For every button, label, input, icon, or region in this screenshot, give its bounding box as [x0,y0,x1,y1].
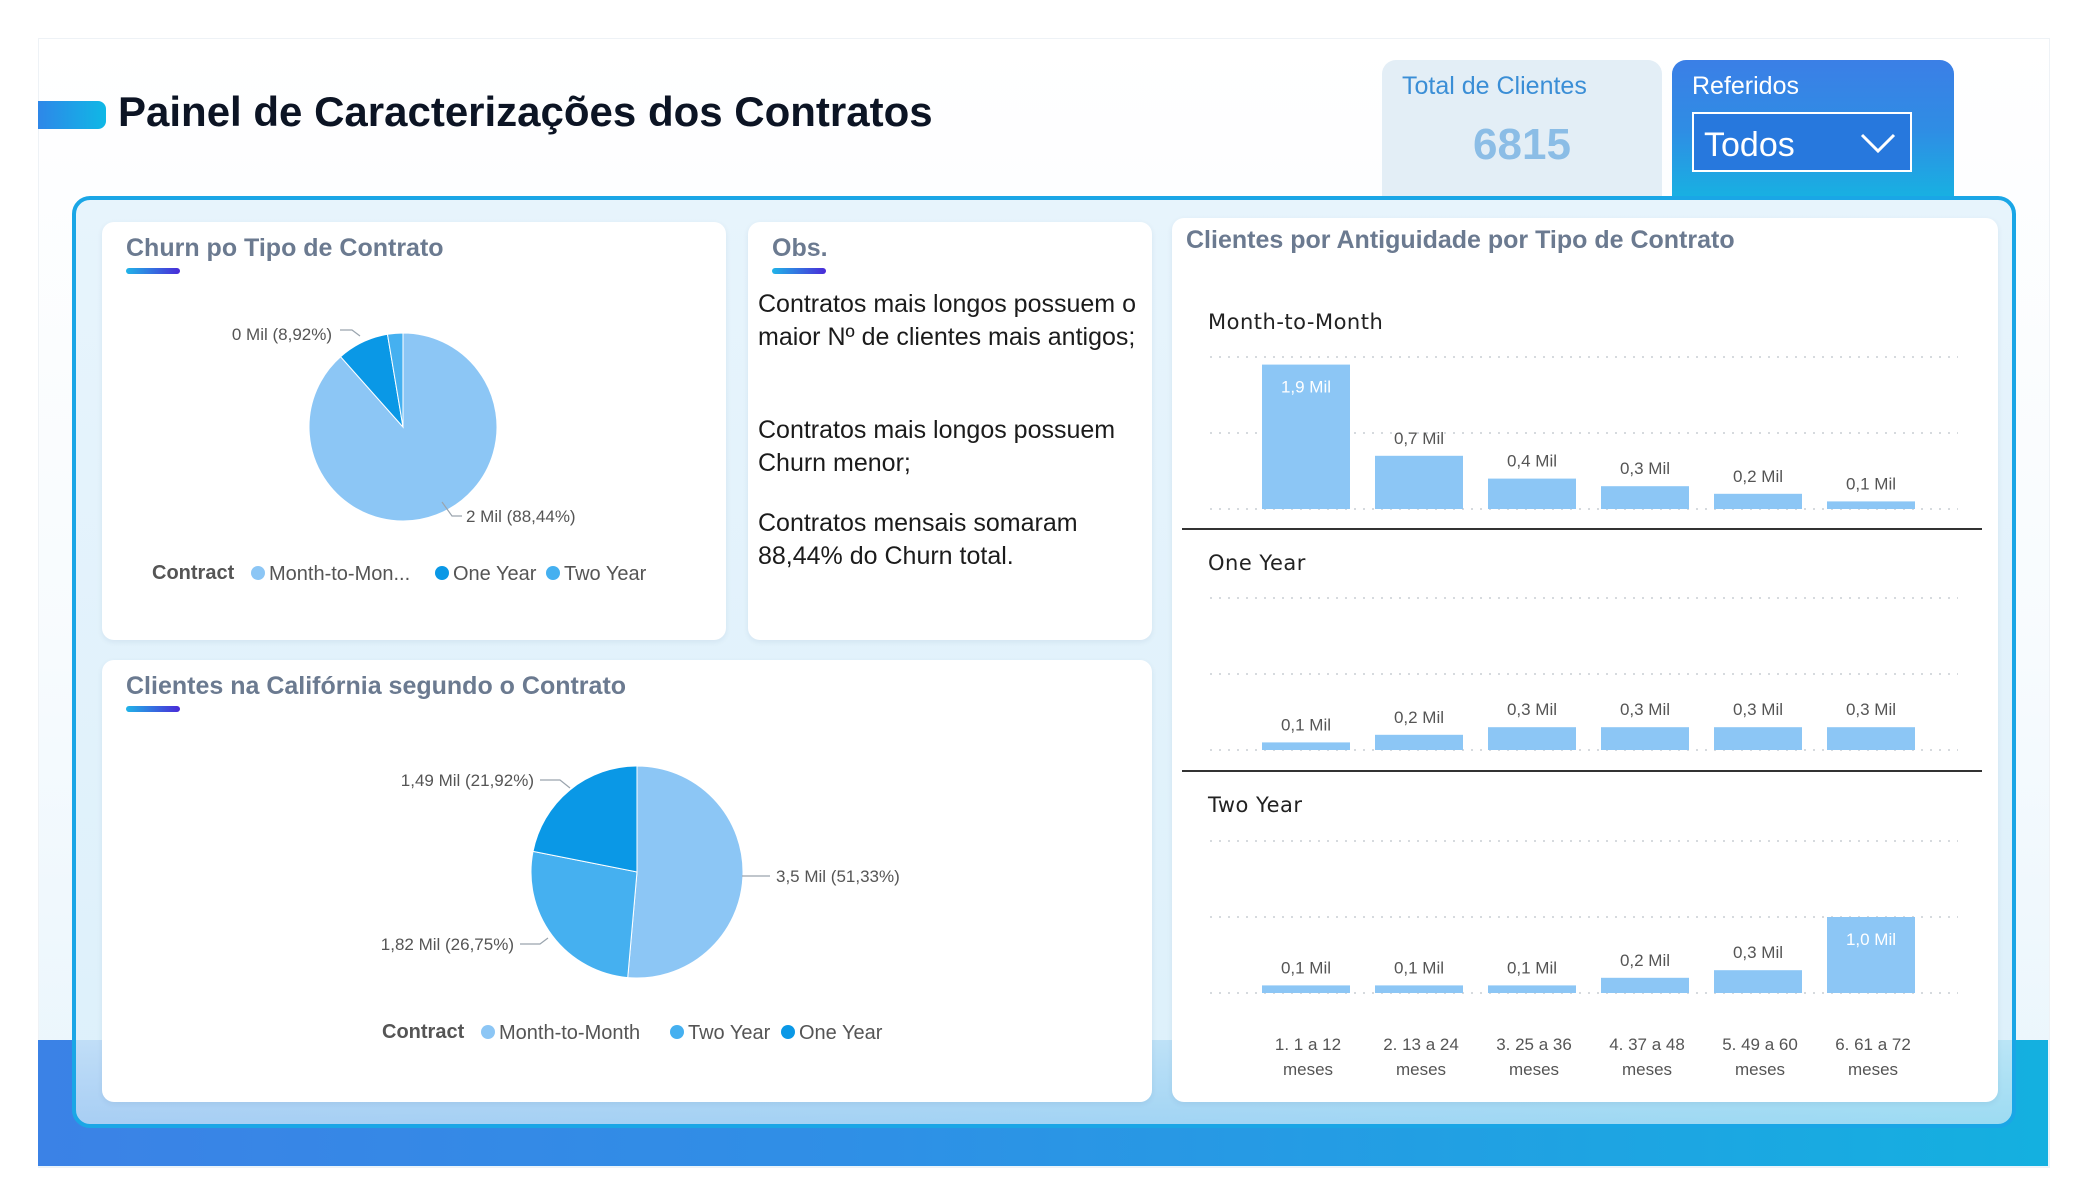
bar-data-label: 0,2 Mil [1733,467,1783,486]
churn-card: Churn po Tipo de Contrato 0 Mil (8,92%) … [102,222,726,640]
referidos-filter: Referidos Todos [1672,60,1954,200]
data-label: 2 Mil (88,44%) [466,507,576,526]
dropdown-value: Todos [1704,126,1795,164]
pie-slice-month-to-month [627,765,744,979]
bar-data-label: 0,2 Mil [1394,708,1444,727]
tenure-bar-chart: Month-to-Month One Year Two Year 1,9 Mil… [1182,310,1982,1079]
churn-pie-chart: 0 Mil (8,92%) 2 Mil (88,44%) Contract Mo… [152,325,647,585]
card-title: Obs. [772,234,828,262]
kpi-card-total-clients: Total de Clientes 6815 [1382,60,1662,200]
california-card: Clientes na Califórnia segundo o Contrat… [102,660,1152,1102]
bar-data-label: 0,3 Mil [1507,700,1557,719]
bar-one-year-5 [1714,727,1802,750]
x-axis-tick-label: meses [1509,1060,1559,1079]
legend-item: Two Year [688,1022,771,1044]
bar-data-label: 0,1 Mil [1394,958,1444,977]
tenure-card: Clientes por Antiguidade por Tipo de Con… [1172,218,1998,1102]
legend-swatch [670,1025,684,1039]
bar-one-year-6 [1827,727,1915,750]
legend-item: One Year [453,563,537,585]
obs-paragraph: Contratos mais longos possuem Churn meno… [758,416,1116,477]
pie-slice-two-year [530,850,638,979]
x-axis-tick-label: 4. 37 a 48 [1609,1035,1685,1054]
bar-data-label: 0,3 Mil [1733,943,1783,962]
bar-two-year-5 [1714,970,1802,993]
bar-two-year-1 [1262,985,1350,993]
bar-month-to-month-5 [1714,493,1802,509]
bar-two-year-6 [1827,917,1915,993]
x-axis-tick-label: 6. 61 a 72 [1835,1035,1911,1054]
bar-data-label: 0,3 Mil [1620,700,1670,719]
x-axis-tick-label: meses [1622,1060,1672,1079]
data-label: 1,49 Mil (21,92%) [401,771,534,790]
bar-two-year-4 [1601,977,1689,993]
x-axis-tick-label: meses [1735,1060,1785,1079]
bar-data-label: 0,1 Mil [1846,474,1896,493]
kpi-value: 6815 [1473,120,1571,169]
obs-paragraph: Contratos mais longos possuem o maior Nº… [758,290,1136,351]
bar-month-to-month-4 [1601,486,1689,509]
panel-title: Month-to-Month [1208,310,1383,334]
legend-title: Contract [382,1021,465,1043]
legend-item: Month-to-Month [499,1022,640,1044]
bar-month-to-month-3 [1488,478,1576,509]
legend-item: Two Year [564,563,647,585]
bar-data-label: 0,3 Mil [1620,459,1670,478]
bar-data-label: 0,4 Mil [1507,452,1557,471]
bar-month-to-month-6 [1827,501,1915,509]
x-axis-tick-label: meses [1848,1060,1898,1079]
x-axis-tick-label: 2. 13 a 24 [1383,1035,1459,1054]
legend-swatch [435,566,449,580]
bar-two-year-3 [1488,985,1576,993]
bar-one-year-4 [1601,727,1689,750]
panel-title: Two Year [1207,793,1303,817]
bar-data-label: 0,3 Mil [1846,700,1896,719]
bar-one-year-1 [1262,742,1350,750]
bar-data-label: 0,1 Mil [1281,958,1331,977]
referidos-dropdown[interactable]: Todos [1692,112,1912,172]
legend-swatch [781,1025,795,1039]
bar-data-label: 1,9 Mil [1281,378,1331,397]
chevron-down-icon [1860,133,1896,154]
california-pie-chart: 1,49 Mil (21,92%) 3,5 Mil (51,33%) 1,82 … [381,765,900,1044]
legend-swatch [546,566,560,580]
panel-title: One Year [1208,551,1306,575]
bar-data-label: 0,3 Mil [1733,700,1783,719]
page-title: Painel de Caracterizações dos Contratos [118,88,933,135]
legend-item: One Year [799,1022,883,1044]
bar-two-year-2 [1375,985,1463,993]
x-axis-tick-label: meses [1283,1060,1333,1079]
legend-swatch [251,566,265,580]
bar-data-label: 0,1 Mil [1281,715,1331,734]
legend-title: Contract [152,562,235,584]
bar-one-year-3 [1488,727,1576,750]
card-accent [772,268,826,274]
legend-swatch [481,1025,495,1039]
bar-data-label: 1,0 Mil [1846,930,1896,949]
x-axis-tick-label: meses [1396,1060,1446,1079]
bar-data-label: 0,7 Mil [1394,429,1444,448]
bar-data-label: 0,2 Mil [1620,951,1670,970]
bar-month-to-month-2 [1375,455,1463,509]
x-axis-tick-label: 5. 49 a 60 [1722,1035,1798,1054]
obs-card: Obs. Contratos mais longos possuem o mai… [748,222,1152,640]
data-label: 3,5 Mil (51,33%) [776,867,900,886]
data-label: 0 Mil (8,92%) [232,325,332,344]
filter-label: Referidos [1692,72,1799,100]
bar-one-year-2 [1375,734,1463,750]
x-axis-tick-label: 3. 25 a 36 [1496,1035,1572,1054]
legend-item: Month-to-Mon... [269,563,410,585]
kpi-label: Total de Clientes [1402,72,1587,100]
obs-paragraph: Contratos mensais somaram 88,44% do Chur… [758,509,1078,570]
data-label: 1,82 Mil (26,75%) [381,935,514,954]
bar-data-label: 0,1 Mil [1507,958,1557,977]
title-accent-bar [38,101,106,129]
x-axis-tick-label: 1. 1 a 12 [1275,1035,1341,1054]
